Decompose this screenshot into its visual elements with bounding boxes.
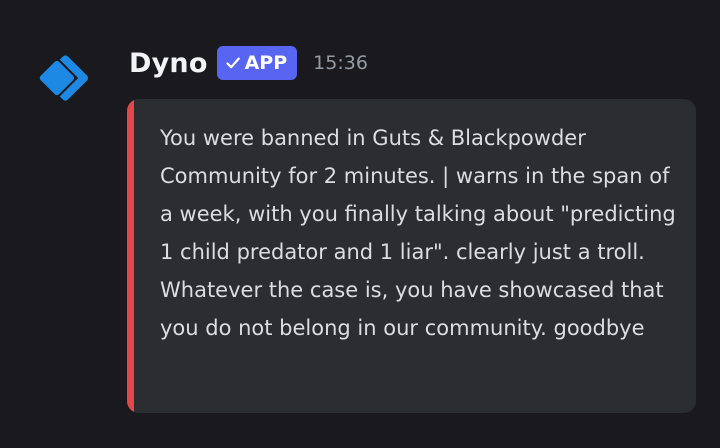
chat-message: Dyno APP 15:36 You were banned in Guts &… — [0, 0, 720, 448]
author-name[interactable]: Dyno — [129, 48, 208, 79]
app-badge-label: APP — [244, 52, 288, 74]
embed-description: You were banned in Guts & Blackpowder Co… — [160, 126, 676, 340]
dyno-avatar-icon[interactable] — [33, 47, 95, 109]
message-embed: You were banned in Guts & Blackpowder Co… — [127, 99, 696, 413]
checkmark-icon — [225, 57, 240, 69]
app-badge: APP — [216, 46, 298, 80]
embed-accent-bar — [127, 99, 134, 413]
message-timestamp[interactable]: 15:36 — [313, 52, 368, 74]
message-header: Dyno APP 15:36 — [129, 44, 368, 82]
